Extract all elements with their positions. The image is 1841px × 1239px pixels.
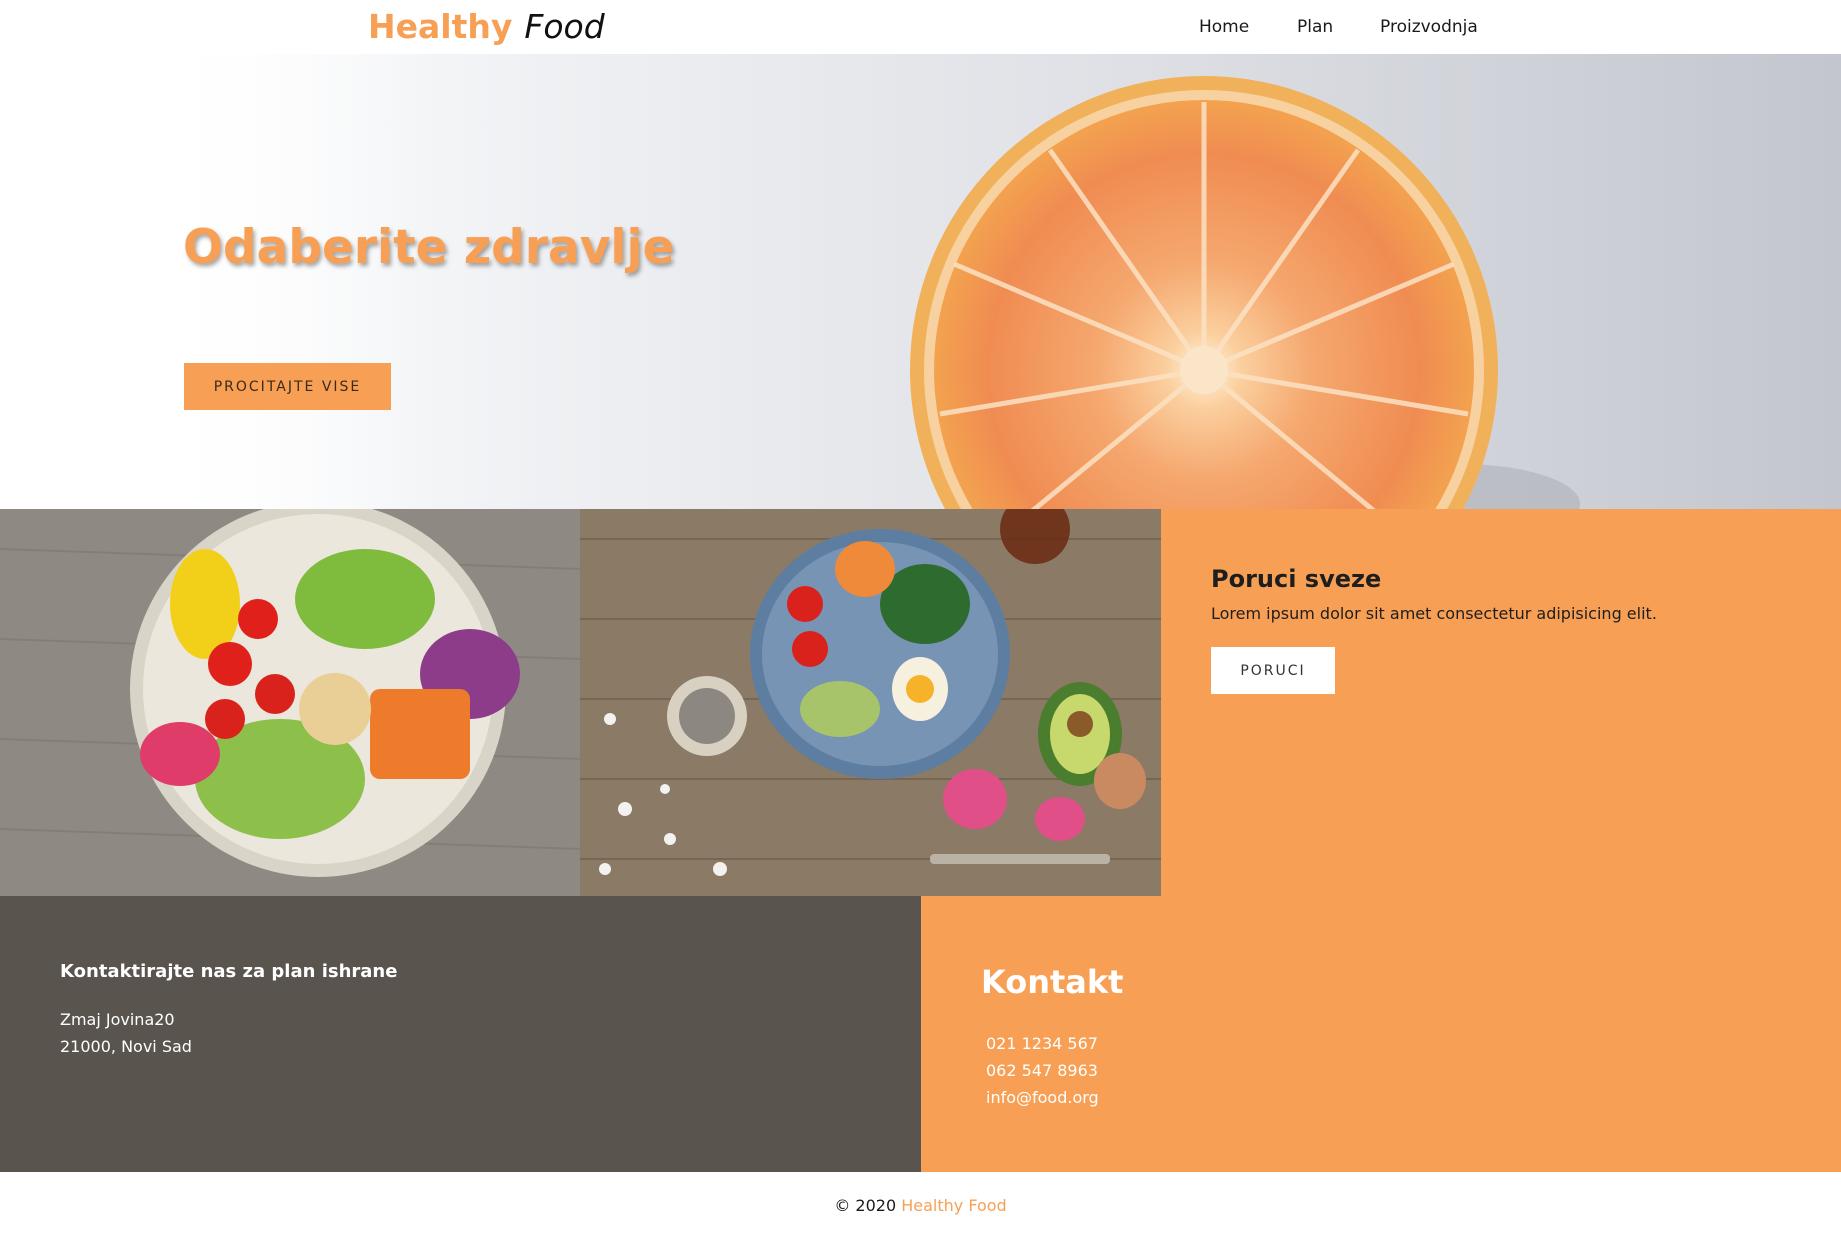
brand-logo[interactable]: Healthy Food [368,6,605,48]
contact-panel: Kontakt 021 1234 567 062 547 8963 info@f… [921,896,1841,1172]
nav-link-proizvodnja[interactable]: Proizvodnja [1380,16,1478,38]
address-street: Zmaj Jovina20 [60,1010,175,1029]
breakfast-plate-image [580,509,1161,896]
address-city: 21000, Novi Sad [60,1037,192,1056]
nav-link-plan[interactable]: Plan [1297,16,1333,38]
order-panel: Poruci sveze Lorem ipsum dolor sit amet … [1161,509,1841,896]
hero-fade-overlay [0,54,420,509]
feature-row: Poruci sveze Lorem ipsum dolor sit amet … [0,509,1841,896]
contact-title: Kontakt [981,963,1124,1001]
footer: © 2020 Healthy Food [0,1172,1841,1239]
nav-link-home[interactable]: Home [1199,16,1249,38]
orange-half-image [910,76,1580,509]
hero-section: Odaberite zdravlje PROCITAJTE VISE [0,54,1841,509]
contact-info-panel: Kontaktirajte nas za plan ishrane Zmaj J… [0,896,921,1172]
order-title: Poruci sveze [1211,565,1382,593]
salad-bowl-image [0,509,580,896]
navbar: Healthy Food Home Plan Proizvodnja [0,0,1841,54]
footer-copyright: © 2020 [834,1196,897,1215]
read-more-button[interactable]: PROCITAJTE VISE [184,363,391,410]
brand-food: Food [524,7,605,46]
order-text: Lorem ipsum dolor sit amet consectetur a… [1211,604,1657,623]
contact-email[interactable]: info@food.org [986,1087,1099,1109]
hero-title: Odaberite zdravlje [183,220,675,275]
contact-info-title: Kontaktirajte nas za plan ishrane [60,961,398,982]
contact-phone-1[interactable]: 021 1234 567 [986,1033,1098,1055]
footer-brand-link[interactable]: Healthy Food [901,1196,1006,1215]
order-button[interactable]: PORUCI [1211,647,1335,694]
brand-healthy: Healthy [368,7,513,46]
contact-phone-2[interactable]: 062 547 8963 [986,1060,1098,1082]
